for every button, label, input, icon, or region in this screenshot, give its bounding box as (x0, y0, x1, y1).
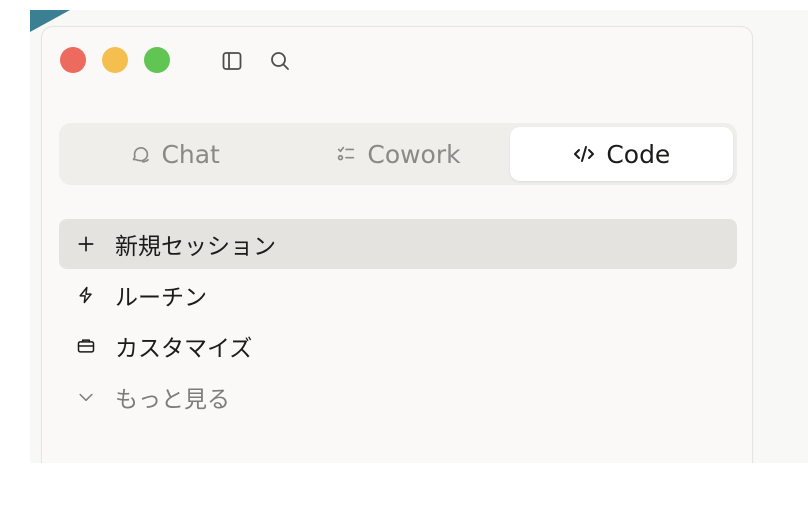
sidebar-menu: 新規セッション ルーチン カスタマイズ もっと見る (59, 219, 737, 423)
screen: Chat Cowork Code 新規セッション ルーチン カスタマイズ もっと… (0, 0, 808, 520)
menu-item-label: もっと見る (115, 387, 230, 413)
minimize-button[interactable] (102, 47, 128, 73)
desktop-backdrop: Chat Cowork Code 新規セッション ルーチン カスタマイズ もっと… (30, 10, 808, 463)
app-window: Chat Cowork Code 新規セッション ルーチン カスタマイズ もっと… (41, 26, 753, 463)
tab-code-label: Code (606, 139, 671, 169)
checklist-icon (335, 143, 357, 165)
tab-cowork-label: Cowork (367, 139, 461, 169)
menu-item-label: ルーチン (115, 285, 207, 311)
sidebar-toggle-icon[interactable] (220, 49, 244, 73)
plus-icon (75, 233, 97, 255)
menu-item-new-session[interactable]: 新規セッション (59, 219, 737, 269)
tab-code[interactable]: Code (509, 127, 733, 181)
tab-chat[interactable]: Chat (63, 127, 286, 181)
chat-bubble-icon (129, 143, 151, 165)
search-icon[interactable] (268, 49, 292, 73)
lightning-icon (75, 284, 97, 306)
mode-tabs: Chat Cowork Code (59, 123, 737, 185)
tab-cowork[interactable]: Cowork (286, 127, 509, 181)
menu-item-label: カスタマイズ (115, 336, 253, 362)
briefcase-icon (75, 335, 97, 357)
menu-item-label: 新規セッション (115, 234, 276, 260)
menu-item-customize[interactable]: カスタマイズ (59, 321, 737, 371)
zoom-button[interactable] (144, 47, 170, 73)
menu-item-more[interactable]: もっと見る (59, 372, 737, 422)
close-button[interactable] (60, 47, 86, 73)
code-icon (572, 142, 596, 166)
menu-item-routines[interactable]: ルーチン (59, 270, 737, 320)
window-controls (60, 47, 170, 73)
chevron-down-icon (75, 386, 97, 408)
tab-chat-label: Chat (161, 139, 220, 169)
